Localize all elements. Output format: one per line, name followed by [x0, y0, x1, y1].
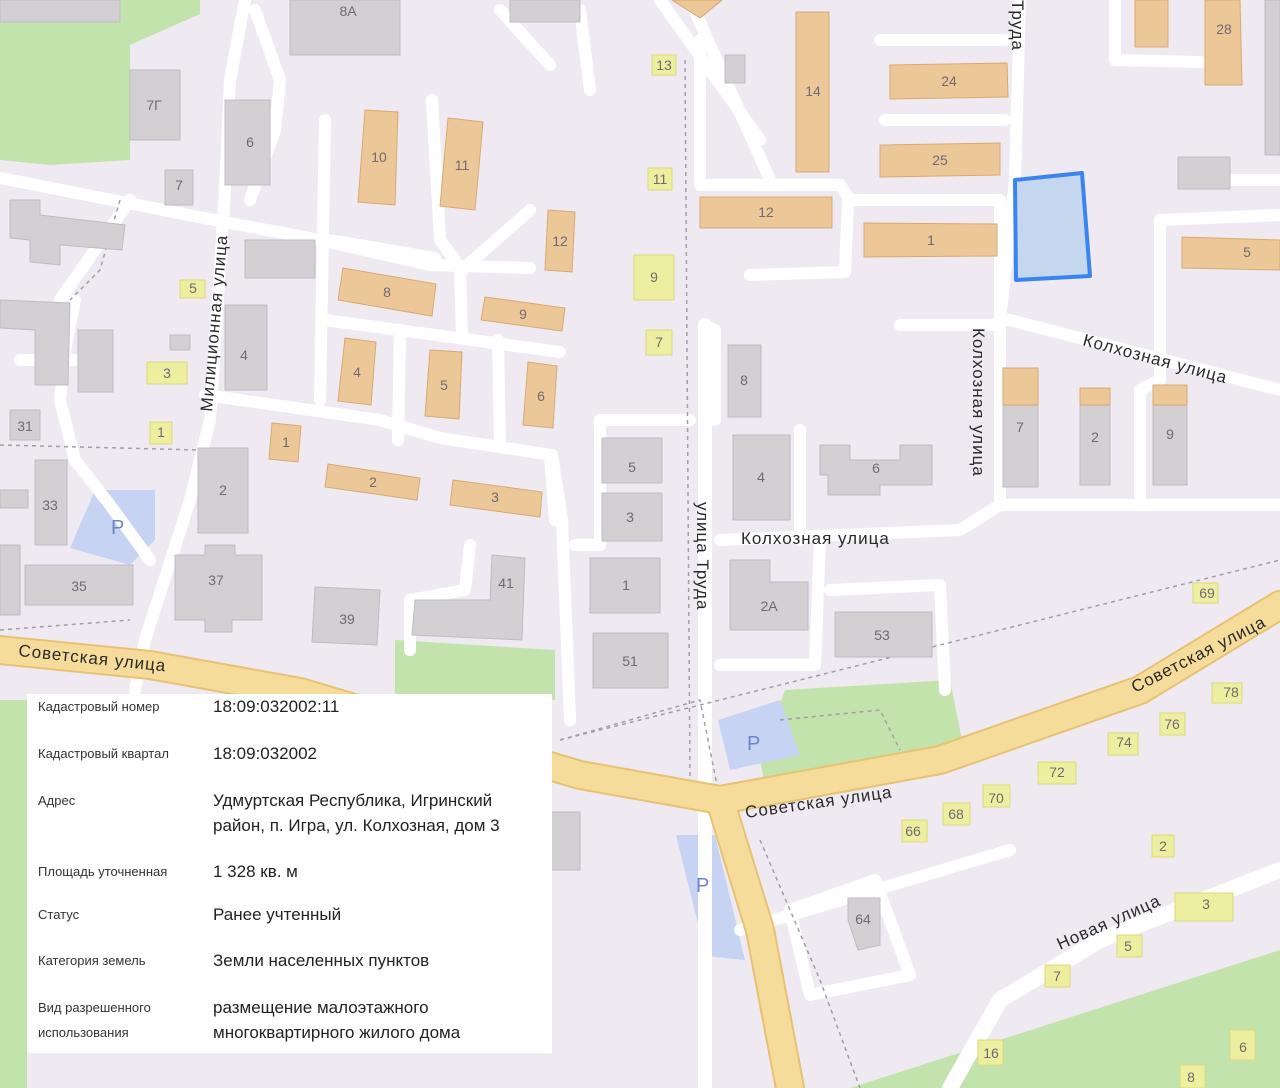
parking-label-center: P: [747, 733, 760, 755]
bldg-66: 66: [905, 823, 921, 839]
info-value: 1 328 кв. м: [213, 862, 298, 881]
bldg-41: 41: [498, 575, 514, 591]
bldg-6-s: 6: [1239, 1039, 1247, 1055]
bldg-8-s: 8: [1187, 1069, 1195, 1085]
bldg-28: 28: [1216, 21, 1232, 37]
bldg-9-k: 9: [1166, 426, 1174, 442]
bldg-8-g: 8: [740, 372, 748, 388]
bldg-7-w: 7: [175, 177, 183, 193]
info-value: Ранее учтенный: [213, 905, 342, 924]
bldg-39: 39: [339, 611, 355, 627]
bldg-11-y: 11: [653, 171, 668, 187]
bldg-1-g: 1: [622, 577, 630, 593]
bldg-14: 14: [805, 83, 821, 99]
bldg-5-e: 5: [1243, 244, 1251, 260]
bldg-4-w: 4: [240, 347, 248, 363]
info-value: размещение малоэтажного многоквартирного…: [213, 998, 461, 1042]
bldg-7-y: 7: [655, 334, 663, 350]
bldg-72: 72: [1049, 764, 1065, 780]
info-key: Кадастровый квартал: [38, 746, 169, 761]
bldg-2-w: 2: [219, 482, 227, 498]
info-value: Земли населенных пунктов: [213, 951, 430, 970]
bldg-13: 13: [656, 57, 672, 73]
bldg-51: 51: [622, 653, 638, 669]
parking-label-west: P: [111, 517, 124, 539]
street-kolkhoznaya-mid: Колхозная улица: [741, 529, 890, 548]
bldg-7-s: 7: [1053, 968, 1061, 984]
bldg-12-o: 12: [552, 233, 568, 249]
bldg-7-k: 7: [1016, 419, 1024, 435]
bldg-68: 68: [948, 806, 964, 822]
bldg-25: 25: [932, 152, 948, 168]
info-value: 18:09:032002: [213, 744, 317, 763]
bldg-6-g: 6: [872, 460, 880, 476]
bldg-35: 35: [71, 578, 87, 594]
bldg-64: 64: [855, 911, 871, 927]
bldg-5-s: 5: [1124, 938, 1132, 954]
bldg-3-w: 3: [163, 365, 171, 381]
bldg-5-g: 5: [628, 459, 636, 475]
info-key: Статус: [38, 907, 80, 922]
bldg-53: 53: [874, 627, 890, 643]
info-key: Категория земель: [38, 953, 146, 968]
bldg-9-y: 9: [650, 269, 658, 285]
bldg-16: 16: [983, 1045, 999, 1061]
bldg-78: 78: [1223, 684, 1239, 700]
bldg-12-n: 12: [758, 204, 774, 220]
parking-label-south: P: [696, 875, 709, 897]
bldg-1-o: 1: [282, 434, 290, 450]
street-kolkhoznaya-vertical: Колхозная улица: [969, 328, 988, 477]
info-value: 18:09:032002:11: [213, 697, 340, 716]
bldg-11-o: 11: [455, 157, 470, 173]
selected-parcel[interactable]: [1013, 171, 1092, 282]
parcel-info-card: Кадастровый номер 18:09:032002:11 Кадаст…: [27, 694, 552, 1053]
bldg-76: 76: [1164, 716, 1180, 732]
street-truda-vertical: улица Труда: [693, 502, 712, 610]
bldg-5-w: 5: [189, 280, 197, 296]
bldg-2-o: 2: [369, 474, 377, 490]
bldg-3-s: 3: [1202, 896, 1210, 912]
bldg-9-o: 9: [519, 306, 527, 322]
bldg-5-o: 5: [440, 377, 448, 393]
bldg-2-k: 2: [1091, 429, 1099, 445]
bldg-1-n: 1: [927, 232, 935, 248]
street-truda-top: Труда: [1008, 0, 1027, 51]
info-key: Вид разрешенного использования: [38, 1000, 151, 1040]
bldg-3-o: 3: [491, 489, 499, 505]
bldg-70: 70: [988, 790, 1004, 806]
bldg-24: 24: [941, 73, 957, 89]
bldg-4-g: 4: [757, 469, 765, 485]
bldg-2a: 2А: [760, 598, 778, 614]
bldg-37: 37: [208, 572, 224, 588]
bldg-6-w: 6: [246, 134, 254, 150]
bldg-4-o: 4: [353, 364, 361, 380]
bldg-31: 31: [17, 418, 33, 434]
bldg-69: 69: [1199, 585, 1215, 601]
bldg-33: 33: [42, 497, 58, 513]
info-value: Удмуртская Республика, Игринский район, …: [213, 791, 500, 835]
info-key: Адрес: [38, 793, 76, 808]
bldg-2-s: 2: [1159, 838, 1167, 854]
bldg-6-o: 6: [537, 388, 545, 404]
bldg-8-o: 8: [383, 284, 391, 300]
bldg-10: 10: [371, 149, 387, 165]
bldg-1-w: 1: [157, 424, 165, 440]
info-key: Площадь уточненная: [38, 864, 168, 879]
bldg-3-g: 3: [626, 509, 634, 525]
bldg-8a: 8А: [339, 3, 357, 19]
bldg-74: 74: [1116, 734, 1132, 750]
info-key: Кадастровый номер: [38, 699, 160, 714]
bldg-7g: 7Г: [146, 97, 162, 113]
